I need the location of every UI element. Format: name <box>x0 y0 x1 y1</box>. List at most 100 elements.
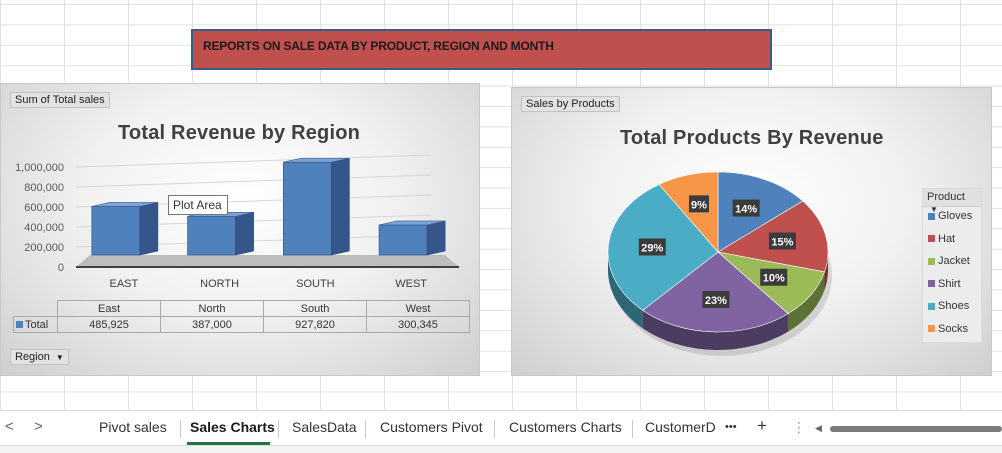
legend-swatch <box>928 325 935 333</box>
tab-separator <box>632 420 633 438</box>
legend-swatch <box>928 257 935 265</box>
gridline <box>75 154 432 168</box>
chart-floor <box>76 255 459 267</box>
tab-customers-charts[interactable]: Customers Charts <box>509 419 622 435</box>
data-table-header: West <box>366 300 470 317</box>
bar-side-face <box>235 211 254 256</box>
legend-label: Shoes <box>938 300 970 312</box>
bar-front-face <box>282 161 332 256</box>
add-sheet-icon[interactable]: + <box>757 416 767 436</box>
legend-label: Gloves <box>938 210 973 222</box>
y-tick-label: 200,000 <box>24 242 64 254</box>
pie-data-label: 9% <box>691 199 707 211</box>
data-table-header: South <box>263 300 367 317</box>
region-field-button[interactable]: Region ▼ <box>10 349 69 365</box>
bar-side-face <box>139 202 159 256</box>
chart-data-table: East North South West Total 485,925 387,… <box>13 300 470 333</box>
scroll-tabs-left-icon[interactable]: < <box>5 418 14 435</box>
tab-separator <box>365 420 366 438</box>
product-revenue-chart[interactable]: Sales by Products Total Products By Reve… <box>511 87 992 376</box>
legend-item-hat[interactable]: Hat <box>923 230 981 253</box>
scroll-tabs-right-icon[interactable]: > <box>34 418 43 435</box>
pie-data-label: 23% <box>705 295 727 307</box>
scroll-left-icon[interactable]: ◀ <box>815 423 822 434</box>
gridline <box>75 174 432 188</box>
legend-item-socks[interactable]: Socks <box>923 320 981 343</box>
legend-title: Product <box>927 191 965 203</box>
data-table-row: Total 485,925 387,000 927,820 300,345 <box>13 316 470 333</box>
x-tick-label: NORTH <box>200 278 239 290</box>
data-table-cell: 485,925 <box>57 316 161 333</box>
tab-customers-pivot[interactable]: Customers Pivot <box>380 419 483 435</box>
pie-data-label: 15% <box>771 237 793 249</box>
bar-north[interactable] <box>187 211 254 256</box>
pie-data-label: 14% <box>735 204 757 216</box>
sales-by-products-field-button[interactable]: Sales by Products <box>521 96 620 112</box>
tab-separator <box>180 420 181 438</box>
bar-west[interactable] <box>378 220 446 256</box>
x-tick-label: EAST <box>110 278 139 290</box>
legend-item-jacket[interactable]: Jacket <box>923 252 981 275</box>
y-tick-label: 600,000 <box>24 202 64 214</box>
report-title-banner[interactable]: REPORTS ON SALE DATA BY PRODUCT, REGION … <box>191 29 772 70</box>
status-bar <box>0 445 1002 453</box>
x-tick-label: WEST <box>395 278 427 290</box>
region-bar-plot[interactable]: 1,000,000 800,000 600,000 400,000 200,000 0 EA… <box>1 154 479 369</box>
legend-label: Hat <box>938 232 956 245</box>
legend-item-shirt[interactable]: Shirt <box>923 275 981 298</box>
legend-label: Socks <box>938 322 968 335</box>
legend-label: Jacket <box>938 255 970 267</box>
tab-customerdata[interactable]: CustomerD <box>645 419 717 435</box>
region-field-label: Region <box>15 351 50 363</box>
legend-swatch <box>928 212 935 220</box>
y-tick-label: 400,000 <box>24 222 64 234</box>
legend-label: Shirt <box>938 277 961 290</box>
values-field-button[interactable]: Sum of Total sales <box>10 92 110 108</box>
region-chart-title: Total Revenue by Region <box>118 122 361 144</box>
y-tick-label: 800,000 <box>24 182 64 194</box>
tab-pivot-sales[interactable]: Pivot sales <box>99 419 167 435</box>
bar-front-face <box>378 224 428 256</box>
y-tick-label: 1,000,000 <box>15 162 64 174</box>
data-table-cell: 387,000 <box>160 316 264 333</box>
data-table-row-label: Total <box>13 316 58 333</box>
plot-area-tooltip: Plot Area <box>168 195 228 215</box>
bar-front-face <box>91 206 141 256</box>
row-label-text: Total <box>25 318 49 331</box>
tab-sales-charts[interactable]: Sales Charts <box>190 419 275 435</box>
data-table-cell: 300,345 <box>366 316 470 333</box>
bar-front-face <box>187 215 237 256</box>
legend-swatch <box>928 280 935 288</box>
tab-separator <box>278 420 279 438</box>
x-tick-label: SOUTH <box>296 278 335 290</box>
pie-data-label: 10% <box>763 273 785 285</box>
data-table-header: East <box>57 300 161 317</box>
data-table-cell: 927,820 <box>263 316 367 333</box>
data-table-corner <box>14 301 58 317</box>
tab-separator <box>494 420 495 438</box>
bar-side-face <box>331 157 350 256</box>
report-title-text: REPORTS ON SALE DATA BY PRODUCT, REGION … <box>203 39 554 53</box>
bar-south[interactable] <box>282 157 350 256</box>
tab-bar-menu-icon[interactable]: ⋮ <box>792 419 806 436</box>
dropdown-arrow-icon: ▼ <box>55 353 64 362</box>
pie-data-label: 29% <box>641 242 663 254</box>
data-table-header-row: East North South West <box>14 300 470 317</box>
series-legend-key <box>16 321 23 329</box>
product-pie-plot[interactable]: 14% 15% 10% 23% 29% 9% <box>598 166 838 366</box>
region-revenue-chart[interactable]: Sum of Total sales Total Revenue by Regi… <box>0 83 480 376</box>
legend-item-shoes[interactable]: Shoes <box>923 297 981 320</box>
legend-swatch <box>928 302 935 310</box>
legend-swatch <box>928 235 935 243</box>
legend-item-gloves[interactable]: Gloves <box>923 207 981 230</box>
product-legend[interactable]: Product ▼ Gloves Hat Jacket Shirt Shoes Socks <box>922 188 982 343</box>
y-tick-label: 0 <box>58 262 64 274</box>
tab-salesdata[interactable]: SalesData <box>292 419 357 435</box>
horizontal-scrollbar[interactable] <box>830 426 1002 432</box>
more-tabs-icon[interactable]: ••• <box>725 421 737 433</box>
bar-east[interactable] <box>91 202 159 256</box>
legend-filter-header[interactable]: Product ▼ <box>923 189 981 214</box>
bar-side-face <box>426 220 446 256</box>
data-table-header: North <box>160 300 264 317</box>
product-chart-title: Total Products By Revenue <box>620 127 884 149</box>
